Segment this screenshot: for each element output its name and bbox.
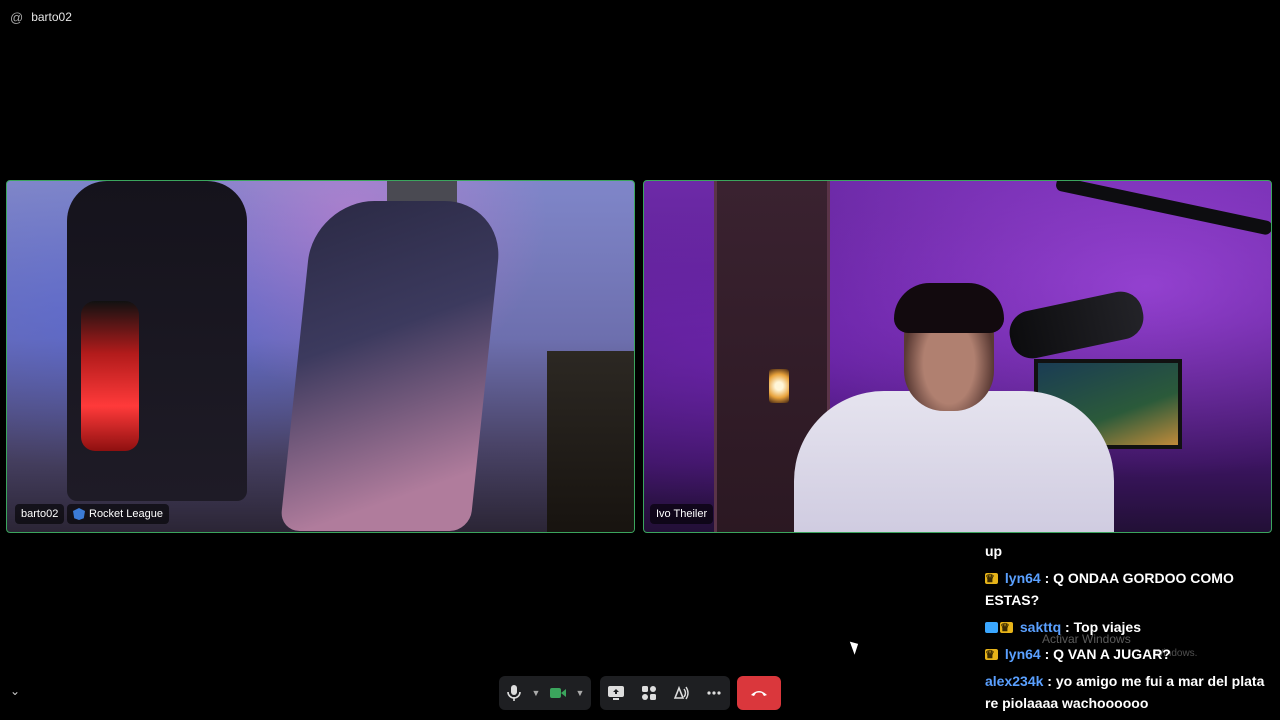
camera-options-chevron-icon[interactable]: ▼ xyxy=(573,678,587,708)
mic-options-chevron-icon[interactable]: ▼ xyxy=(529,678,543,708)
participant-name: barto02 xyxy=(21,508,59,520)
camera-icon[interactable] xyxy=(543,678,573,708)
scene-desk xyxy=(547,351,634,532)
scene-mic-arm xyxy=(1054,181,1271,236)
at-icon: @ xyxy=(10,9,24,25)
channel-username: barto02 xyxy=(31,10,72,24)
screen-share-icon[interactable] xyxy=(601,678,631,708)
scene-lamp xyxy=(769,369,789,403)
soundboard-icon[interactable] xyxy=(666,678,696,708)
chat-username: lyn64 xyxy=(1004,570,1041,586)
crown-badge-icon xyxy=(985,568,998,590)
chat-line: lyn64 : Q ONDAA GORDOO COMO ESTAS? xyxy=(985,567,1277,611)
video-tile-barto02[interactable]: barto02 Rocket League xyxy=(6,180,635,533)
chat-username: lyn64 xyxy=(1004,646,1041,662)
scene-bottle xyxy=(81,301,139,451)
rocket-league-icon xyxy=(73,508,85,520)
activity-tag[interactable]: Rocket League xyxy=(67,504,169,524)
participant-name-tag: Ivo Theiler xyxy=(650,504,714,524)
chat-line: lyn64 : Q VAN A JUGAR? xyxy=(985,643,1277,666)
participant-name: Ivo Theiler xyxy=(656,508,708,520)
subscriber-badge-icon xyxy=(985,622,998,633)
crown-badge-icon xyxy=(1000,617,1013,639)
microphone-icon[interactable] xyxy=(499,678,529,708)
activity-name: Rocket League xyxy=(89,508,163,520)
more-icon[interactable] xyxy=(699,678,729,708)
mouse-cursor-icon xyxy=(849,639,862,655)
activation-watermark: Activar Windows xyxy=(1042,632,1131,646)
crown-badge-icon xyxy=(985,644,998,666)
channel-header: @ barto02 xyxy=(10,8,72,26)
av-control-group: ▼ ▼ xyxy=(499,676,591,710)
end-call-icon xyxy=(751,691,767,696)
video-tile-ivo-theiler[interactable]: Ivo Theiler xyxy=(643,180,1272,533)
activities-icon[interactable] xyxy=(634,678,664,708)
call-controls: ⌄ ▼ ▼ xyxy=(0,676,1280,710)
end-call-button[interactable] xyxy=(737,676,781,710)
chat-line: up xyxy=(985,540,1277,562)
chat-text: up xyxy=(985,543,1003,559)
chevron-down-icon[interactable]: ⌄ xyxy=(10,684,20,698)
scene-chair xyxy=(279,201,505,531)
participant-name-tag: barto02 xyxy=(15,504,65,524)
tools-control-group xyxy=(600,676,730,710)
chat-line: sakttq : Top viajes xyxy=(985,616,1277,639)
activation-watermark-sub: r Windows. xyxy=(1148,648,1198,659)
